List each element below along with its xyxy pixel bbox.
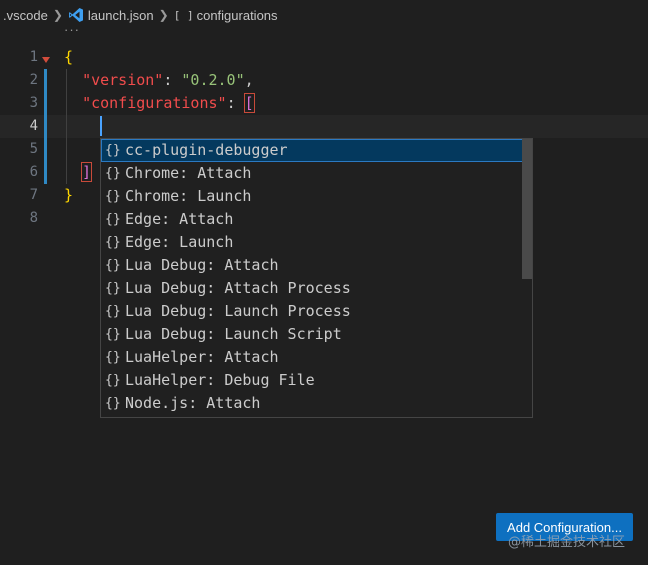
snippet-braces-icon: {}: [105, 258, 121, 273]
array-icon: [ ]: [173, 8, 194, 22]
snippet-braces-icon: {}: [105, 189, 121, 204]
suggestion-item[interactable]: {} Chrome: Launch: [101, 185, 532, 208]
snippet-braces-icon: {}: [105, 212, 121, 227]
line-number: 8: [29, 210, 38, 226]
suggestion-label: Edge: Launch: [125, 233, 234, 251]
snippet-braces-icon: {}: [105, 327, 121, 342]
suggestion-list: {} cc-plugin-debugger {} Chrome: Attach {} Ch…: [101, 139, 532, 415]
suggestion-label: Edge: Attach: [125, 210, 234, 228]
snippet-braces-icon: {}: [105, 143, 121, 158]
suggestion-label: Node.js: Attach: [125, 394, 261, 412]
code-text: }: [64, 186, 74, 204]
suggestion-item[interactable]: {} LuaHelper: Attach: [101, 346, 532, 369]
text-cursor: [100, 116, 102, 136]
suggestion-item[interactable]: {} cc-plugin-debugger: [101, 139, 532, 162]
snippet-braces-icon: {}: [105, 304, 121, 319]
modified-gutter-indicator: [44, 69, 47, 184]
suggestion-label: Chrome: Attach: [125, 164, 252, 182]
chevron-right-icon: ❯: [52, 8, 63, 22]
editor-line: 3 "configurations": [: [0, 92, 648, 115]
suggestion-label: cc-plugin-debugger: [125, 141, 288, 159]
snippet-braces-icon: {}: [105, 235, 121, 250]
suggestion-item[interactable]: {} Lua Debug: Launch Process: [101, 300, 532, 323]
suggest-scrollbar-track[interactable]: [522, 139, 532, 417]
suggestion-label: Lua Debug: Attach: [125, 256, 279, 274]
line-number: 2: [29, 72, 38, 88]
vscode-icon: [68, 8, 83, 22]
watermark-text: @稀土掘金技术社区: [508, 535, 626, 550]
breadcrumb: .vscode ❯ launch.json ❯ [ ] configuratio…: [0, 0, 648, 30]
chevron-right-icon: ❯: [158, 8, 169, 22]
suggestion-label: Lua Debug: Launch Process: [125, 302, 351, 320]
suggest-scrollbar-thumb[interactable]: [522, 139, 532, 279]
indent-guide: [66, 69, 67, 184]
code-text: "configurations": [: [82, 93, 255, 113]
suggestion-label: Lua Debug: Launch Script: [125, 325, 342, 343]
suggestion-label: LuaHelper: Debug File: [125, 371, 315, 389]
suggestion-label: LuaHelper: Attach: [125, 348, 279, 366]
line-number: 7: [29, 187, 38, 203]
suggestion-item[interactable]: {} Node.js: Attach: [101, 392, 532, 415]
editor-line-current: 4: [0, 115, 648, 138]
editor-line: 1 {: [0, 46, 648, 69]
suggestion-item[interactable]: {} Chrome: Attach: [101, 162, 532, 185]
code-text: {: [64, 48, 74, 66]
line-number: 5: [29, 141, 38, 157]
editor-line: 2 "version": "0.2.0",: [0, 69, 648, 92]
suggestion-label: Chrome: Launch: [125, 187, 252, 205]
suggestion-item[interactable]: {} Edge: Attach: [101, 208, 532, 231]
snippet-braces-icon: {}: [105, 166, 121, 181]
line-number: 1: [29, 49, 38, 65]
suggestion-item[interactable]: {} Lua Debug: Launch Script: [101, 323, 532, 346]
suggestion-label: Lua Debug: Attach Process: [125, 279, 351, 297]
suggest-widget[interactable]: {} cc-plugin-debugger {} Chrome: Attach {} Ch…: [100, 138, 533, 418]
code-text: "version": "0.2.0",: [82, 71, 254, 89]
suggestion-item[interactable]: {} Lua Debug: Attach Process: [101, 277, 532, 300]
breadcrumb-file[interactable]: launch.json: [88, 8, 154, 23]
suggestion-item[interactable]: {} Edge: Launch: [101, 231, 532, 254]
line-number: 4: [29, 118, 38, 134]
deleted-marker-icon: [42, 57, 50, 63]
breadcrumb-folder[interactable]: .vscode: [3, 8, 48, 23]
suggestion-item[interactable]: {} LuaHelper: Debug File: [101, 369, 532, 392]
snippet-braces-icon: {}: [105, 281, 121, 296]
breadcrumb-symbol[interactable]: configurations: [197, 8, 278, 23]
snippet-braces-icon: {}: [105, 396, 121, 411]
snippet-braces-icon: {}: [105, 350, 121, 365]
snippet-braces-icon: {}: [105, 373, 121, 388]
line-number: 3: [29, 95, 38, 111]
suggestion-item[interactable]: {} Lua Debug: Attach: [101, 254, 532, 277]
code-text: ]: [80, 162, 93, 182]
line-number: 6: [29, 164, 38, 180]
breadcrumb-ellipsis: ···: [64, 22, 80, 37]
